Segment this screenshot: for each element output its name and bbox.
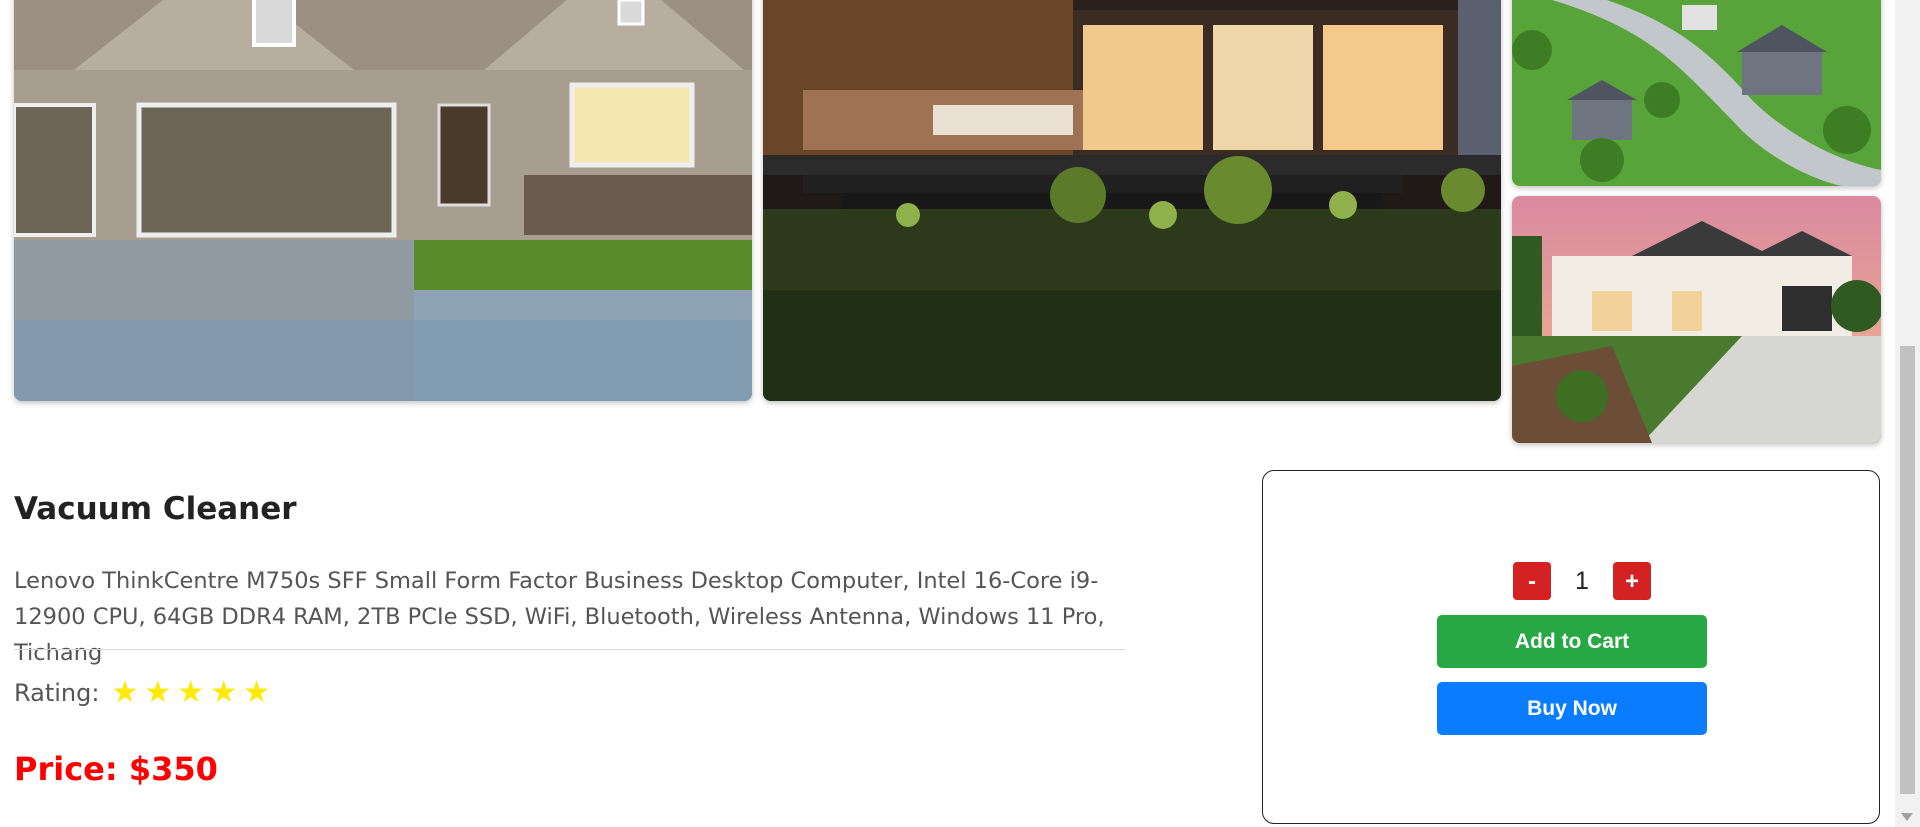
- product-title: Vacuum Cleaner: [14, 491, 297, 527]
- star-icon: ★: [210, 675, 238, 710]
- gallery-image-aerial-neighborhood[interactable]: [1512, 0, 1881, 186]
- increment-button[interactable]: +: [1613, 562, 1651, 600]
- quantity-stepper: - 1 +: [1513, 562, 1651, 600]
- add-to-cart-button[interactable]: Add to Cart: [1437, 615, 1707, 668]
- star-icon: ★: [177, 675, 205, 710]
- quantity-value: 1: [1575, 566, 1589, 595]
- product-rating: Rating: ★ ★ ★ ★ ★: [14, 678, 276, 708]
- gallery-image-house-sunset[interactable]: [1512, 196, 1881, 443]
- star-icon: ★: [111, 675, 139, 710]
- gallery-image-house-front[interactable]: [14, 0, 752, 401]
- product-price: Price: $350: [14, 750, 218, 788]
- star-icon: ★: [243, 675, 270, 710]
- decrement-button[interactable]: -: [1513, 562, 1551, 600]
- gallery-image-house-patio[interactable]: [763, 0, 1501, 401]
- star-icon: ★: [144, 675, 172, 710]
- rating-label: Rating:: [14, 679, 100, 707]
- purchase-panel: - 1 + Add to Cart Buy Now: [1262, 470, 1880, 824]
- divider: [14, 649, 1125, 650]
- page-scrollbar[interactable]: [1895, 0, 1920, 827]
- price-label: Price:: [14, 750, 118, 788]
- scroll-down-arrow-icon[interactable]: [1901, 813, 1913, 821]
- rating-stars: ★ ★ ★ ★ ★: [111, 678, 276, 708]
- scrollbar-thumb[interactable]: [1900, 346, 1915, 794]
- buy-now-button[interactable]: Buy Now: [1437, 682, 1707, 735]
- product-description: Lenovo ThinkCentre M750s SFF Small Form …: [14, 568, 1105, 666]
- price-value: $350: [128, 750, 218, 788]
